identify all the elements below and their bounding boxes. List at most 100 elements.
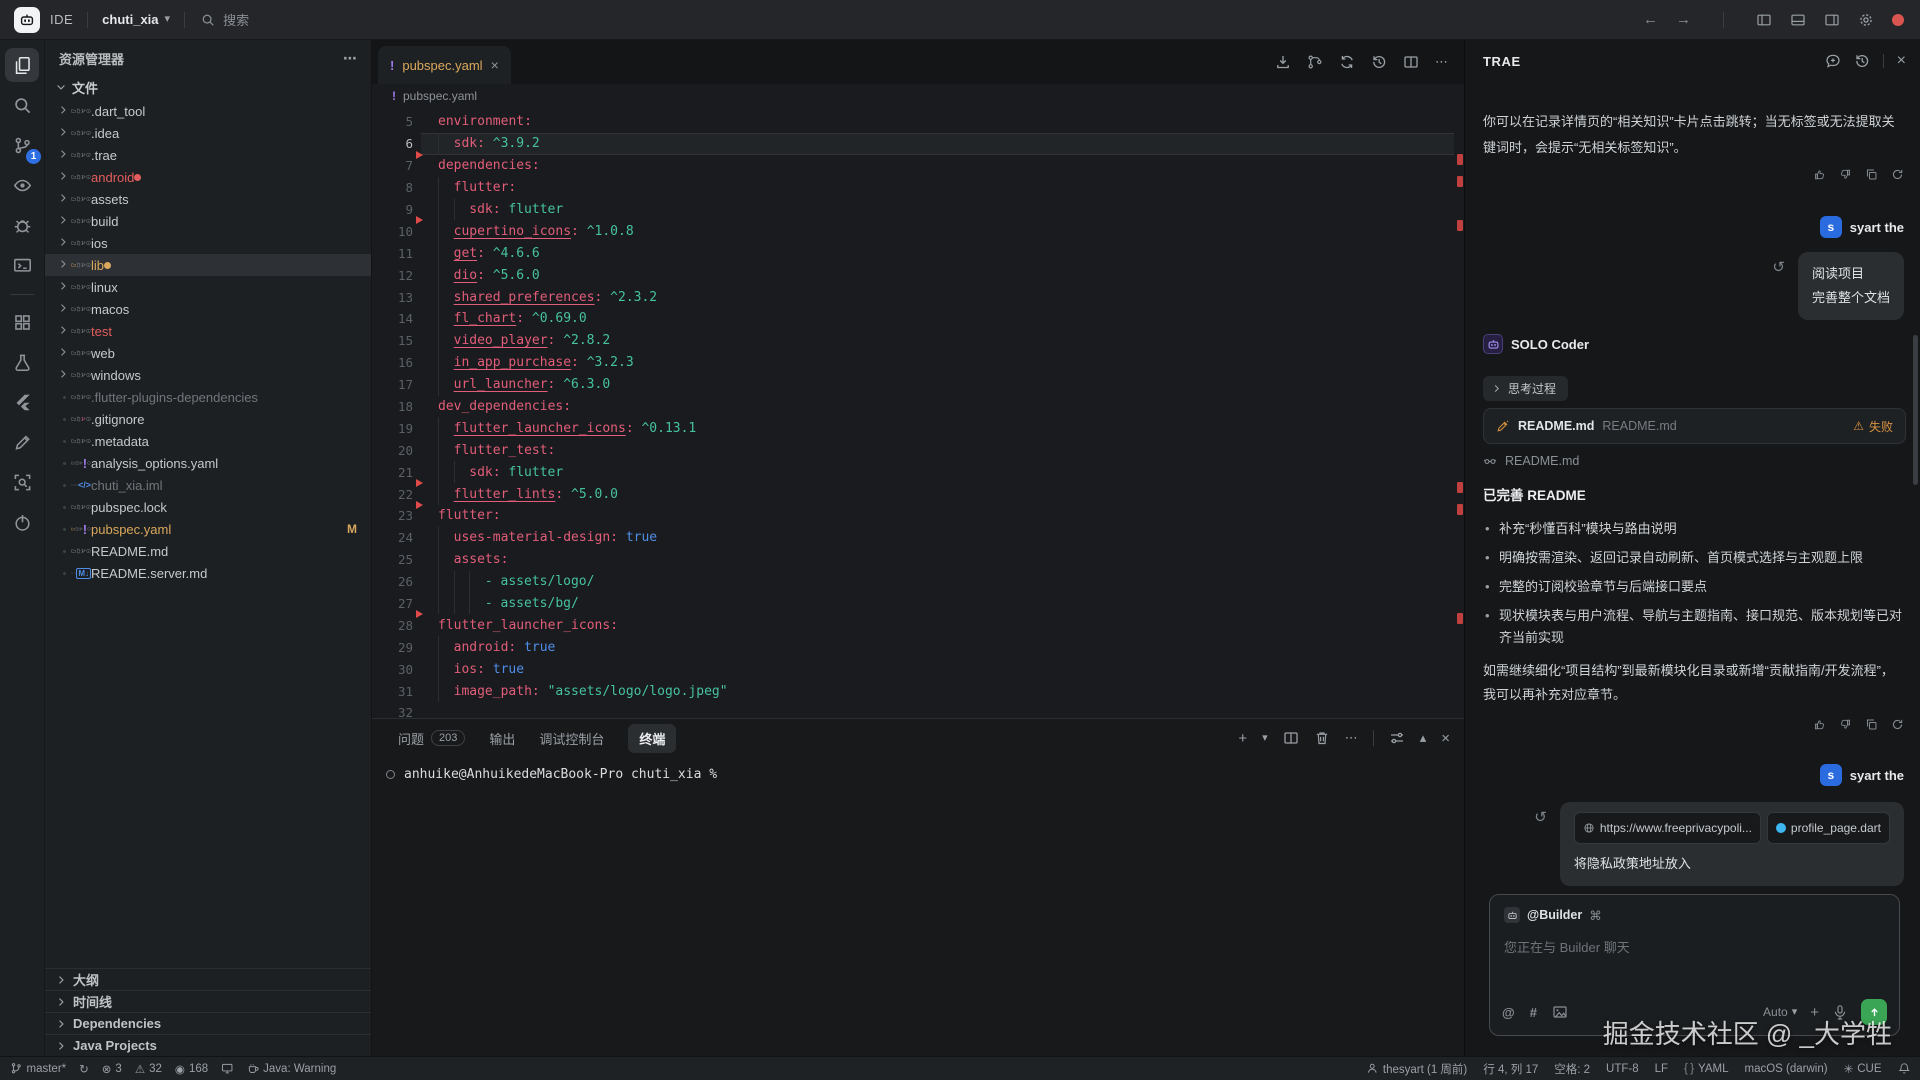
activity-power[interactable]	[5, 505, 39, 539]
more-actions-icon[interactable]: ⋯	[343, 50, 357, 67]
regenerate-button[interactable]	[1891, 718, 1904, 731]
file-tree-row[interactable]: ! M↓ </> macos	[45, 298, 371, 320]
activity-extensions[interactable]	[5, 305, 39, 339]
file-tree-row[interactable]: ! M↓ </> .metadata	[45, 430, 371, 452]
close-icon[interactable]: ×	[491, 57, 499, 73]
code-line[interactable]: 13 shared_preferences: ^2.3.2	[372, 286, 1464, 308]
file-tree-row[interactable]: ! M↓ </> chuti_xia.iml	[45, 474, 371, 496]
ports-indicator[interactable]	[221, 1062, 234, 1075]
file-tree-row[interactable]: ! M↓ </> .idea	[45, 122, 371, 144]
forward-button[interactable]: →	[1676, 11, 1691, 28]
terminal-dropdown-icon[interactable]: ▾	[1262, 733, 1268, 744]
panel-tab[interactable]: 问题 203	[398, 729, 465, 748]
attach-image-button[interactable]	[1552, 1004, 1568, 1020]
file-tree-row[interactable]: ! M↓ </> linux	[45, 276, 371, 298]
file-tree-row[interactable]: ! M↓ </> build	[45, 210, 371, 232]
java-status[interactable]: Java: Warning	[247, 1062, 337, 1075]
sidebar-section[interactable]: Java Projects	[45, 1034, 371, 1056]
tab-pubspec-yaml[interactable]: ! pubspec.yaml ×	[378, 46, 511, 84]
warnings-indicator[interactable]: ⚠ 32	[135, 1062, 162, 1076]
code-line[interactable]: 7 dependencies:	[372, 155, 1464, 177]
file-tree-row[interactable]: ! M↓ </> README.server.md	[45, 562, 371, 584]
code-line[interactable]: 30 ios: true	[372, 658, 1464, 680]
code-line[interactable]: 6 sdk: ^3.9.2	[372, 133, 1464, 155]
file-tree-row[interactable]: ! M↓ </> .trae	[45, 144, 371, 166]
panel-tab[interactable]: 终端	[628, 724, 676, 753]
errors-indicator[interactable]: ⊗ 3	[102, 1062, 122, 1076]
code-line[interactable]: 22 flutter_lints: ^5.0.0	[372, 483, 1464, 505]
sync-button[interactable]	[1339, 54, 1355, 70]
cue-indicator[interactable]: ✳ CUE	[1844, 1062, 1882, 1076]
file-tree-row[interactable]: ! M↓ </> .flutter-plugins-dependencies	[45, 386, 371, 408]
terminal-output[interactable]: anhuike@AnhuikedeMacBook-Pro chuti_xia %	[372, 757, 1464, 782]
code-line[interactable]: 25 assets:	[372, 549, 1464, 571]
filter-settings-button[interactable]	[1389, 730, 1405, 746]
file-tree-row[interactable]: ! M↓ </> windows	[45, 364, 371, 386]
indentation-setting[interactable]: 空格: 2	[1554, 1061, 1590, 1077]
code-line[interactable]: 26 - assets/logo/	[372, 571, 1464, 593]
thumbs-down-button[interactable]	[1839, 718, 1852, 731]
file-tree-row[interactable]: ! M↓ </> .gitignore	[45, 408, 371, 430]
code-line[interactable]: 12 dio: ^5.6.0	[372, 264, 1464, 286]
activity-debug[interactable]	[5, 208, 39, 242]
activity-flutter[interactable]	[5, 385, 39, 419]
file-tree-row[interactable]: ! M↓ </> lib	[45, 254, 371, 276]
new-terminal-button[interactable]: +	[1238, 730, 1247, 747]
activity-search-code[interactable]	[5, 465, 39, 499]
os-indicator[interactable]: macOS (darwin)	[1745, 1063, 1828, 1075]
more-actions-icon[interactable]: ⋯	[1435, 54, 1448, 70]
code-editor[interactable]: 5 environment: 6 sdk: ^3.9.2 7 dependenc…	[372, 108, 1464, 718]
kill-terminal-button[interactable]	[1314, 730, 1330, 746]
code-line[interactable]: 23 flutter:	[372, 505, 1464, 527]
file-tree-row[interactable]: ! M↓ </> pubspec.lock	[45, 496, 371, 518]
language-mode[interactable]: { } YAML	[1684, 1063, 1728, 1075]
history-button[interactable]	[1371, 54, 1387, 70]
file-tree-row[interactable]: ! M↓ </> pubspec.yaml M	[45, 518, 371, 540]
sidebar-section[interactable]: 时间线	[45, 990, 371, 1012]
sidebar-section[interactable]: 大纲	[45, 968, 371, 990]
copy-button[interactable]	[1865, 718, 1878, 731]
model-auto-selector[interactable]: Auto ▾	[1763, 1005, 1797, 1019]
code-line[interactable]: 11 get: ^4.6.6	[372, 242, 1464, 264]
code-line[interactable]: 10 cupertino_icons: ^1.0.8	[372, 220, 1464, 242]
file-tree-row[interactable]: ! M↓ </> web	[45, 342, 371, 364]
mention-button[interactable]: @	[1502, 1005, 1515, 1020]
file-tree-row[interactable]: ! M↓ </> analysis_options.yaml	[45, 452, 371, 474]
regenerate-button[interactable]	[1891, 168, 1904, 181]
code-line[interactable]: 14 fl_chart: ^0.69.0	[372, 308, 1464, 330]
file-tree-row[interactable]: ! M↓ </> README.md	[45, 540, 371, 562]
file-tree-row[interactable]: ! M↓ </> assets	[45, 188, 371, 210]
overview-ruler[interactable]	[1454, 108, 1464, 718]
notifications-bell[interactable]	[1898, 1062, 1911, 1075]
maximize-panel-icon[interactable]: ▴	[1420, 730, 1427, 746]
files-section-header[interactable]: 文件	[45, 76, 371, 98]
global-search[interactable]: 搜索	[201, 10, 249, 29]
cursor-position[interactable]: 行 4, 列 17	[1483, 1061, 1538, 1077]
code-line[interactable]: 5 environment:	[372, 111, 1464, 133]
breadcrumb[interactable]: ! pubspec.yaml	[372, 84, 1464, 108]
code-line[interactable]: 21 sdk: flutter	[372, 461, 1464, 483]
download-button[interactable]	[1275, 54, 1291, 70]
file-edit-card[interactable]: README.md README.md ⚠ 失败	[1483, 408, 1906, 444]
code-line[interactable]: 28 flutter_launcher_icons:	[372, 614, 1464, 636]
split-terminal-button[interactable]	[1283, 730, 1299, 746]
code-line[interactable]: 20 flutter_test:	[372, 439, 1464, 461]
activity-test[interactable]	[5, 345, 39, 379]
chat-input-placeholder[interactable]: 您正在与 Builder 聊天	[1504, 937, 1885, 956]
add-context-button[interactable]: +	[1810, 1004, 1819, 1021]
dependency-graph-button[interactable]	[1307, 54, 1323, 70]
file-tree-row[interactable]: ! M↓ </> test	[45, 320, 371, 342]
voice-input-button[interactable]	[1832, 1004, 1848, 1020]
code-line[interactable]: 29 android: true	[372, 636, 1464, 658]
code-line[interactable]: 9 sdk: flutter	[372, 199, 1464, 221]
new-chat-button[interactable]	[1825, 53, 1841, 69]
code-line[interactable]: 18 dev_dependencies:	[372, 396, 1464, 418]
notification-dot[interactable]	[1892, 14, 1904, 26]
hints-indicator[interactable]: ◉ 168	[175, 1062, 208, 1076]
encoding-setting[interactable]: UTF-8	[1606, 1063, 1639, 1075]
code-line[interactable]: 24 uses-material-design: true	[372, 527, 1464, 549]
file-tree-row[interactable]: ! M↓ </> android	[45, 166, 371, 188]
toggle-right-panel-button[interactable]	[1824, 12, 1840, 28]
code-line[interactable]: 8 flutter:	[372, 177, 1464, 199]
rollback-icon[interactable]: ↺	[1772, 258, 1785, 276]
